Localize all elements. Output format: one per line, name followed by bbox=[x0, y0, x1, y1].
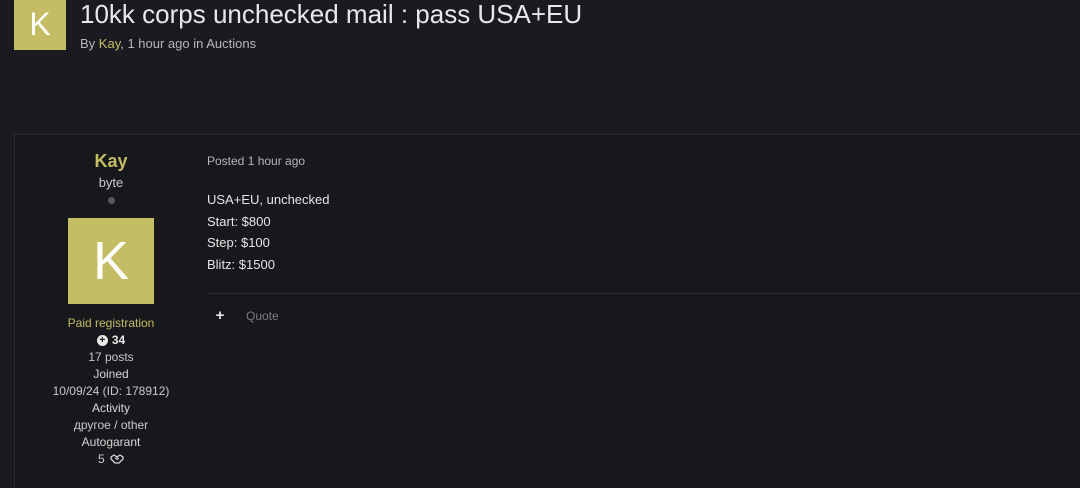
post-actions: + Quote bbox=[213, 307, 279, 324]
post-count: 17 posts bbox=[88, 350, 134, 364]
reputation-plus-icon: + bbox=[96, 334, 108, 346]
author-rank: byte bbox=[98, 175, 124, 190]
post-timestamp[interactable]: Posted 1 hour ago bbox=[207, 154, 1080, 168]
post-line: Step: $100 bbox=[207, 235, 270, 250]
topic-author-avatar[interactable]: K bbox=[14, 0, 66, 50]
multiquote-plus-button[interactable]: + bbox=[213, 307, 227, 324]
activity-value: другое / other bbox=[73, 418, 149, 432]
byline-rest: , 1 hour ago in Auctions bbox=[120, 36, 257, 51]
activity-label: Activity bbox=[91, 401, 130, 415]
topic-header-text: 10kk corps unchecked mail : pass USA+EU … bbox=[80, 0, 582, 51]
post-content: Posted 1 hour ago USA+EU, unchecked Star… bbox=[207, 135, 1080, 324]
quote-button[interactable]: Quote bbox=[246, 309, 279, 323]
avatar-letter: K bbox=[29, 5, 51, 42]
post-author-panel: Kay byte K Paid registration + 34 17 pos… bbox=[15, 135, 207, 466]
joined-value: 10/09/24 (ID: 178912) bbox=[52, 384, 170, 398]
autogarant-value: 5 bbox=[15, 452, 207, 466]
author-avatar[interactable]: K bbox=[68, 218, 154, 304]
page-title: 10kk corps unchecked mail : pass USA+EU bbox=[80, 0, 583, 29]
byline-prefix: By bbox=[80, 36, 96, 51]
byline-author-link[interactable]: Kay bbox=[99, 36, 120, 51]
author-group: Paid registration bbox=[67, 316, 155, 330]
post-line: USA+EU, unchecked bbox=[207, 192, 330, 207]
post: Kay byte K Paid registration + 34 17 pos… bbox=[14, 134, 1080, 488]
reputation: + 34 bbox=[15, 333, 207, 347]
joined-label: Joined bbox=[93, 367, 129, 381]
handshake-icon bbox=[110, 454, 124, 464]
topic-header: K 10kk corps unchecked mail : pass USA+E… bbox=[14, 0, 582, 54]
post-line: Start: $800 bbox=[207, 213, 271, 229]
autogarant-count: 5 bbox=[97, 452, 105, 466]
online-status-icon bbox=[107, 197, 115, 204]
page: K 10kk corps unchecked mail : pass USA+E… bbox=[0, 0, 1080, 488]
topic-byline: By Kay, 1 hour ago in Auctions bbox=[80, 36, 582, 51]
post-line: Blitz: $1500 bbox=[207, 256, 275, 272]
author-name-link[interactable]: Kay bbox=[15, 151, 207, 172]
reputation-value: 34 bbox=[111, 333, 126, 347]
autogarant-label: Autogarant bbox=[81, 435, 141, 449]
post-body: USA+EU, unchecked Start: $800 Step: $100… bbox=[207, 189, 1080, 275]
avatar-letter: K bbox=[92, 231, 130, 291]
post-divider bbox=[207, 293, 1080, 294]
